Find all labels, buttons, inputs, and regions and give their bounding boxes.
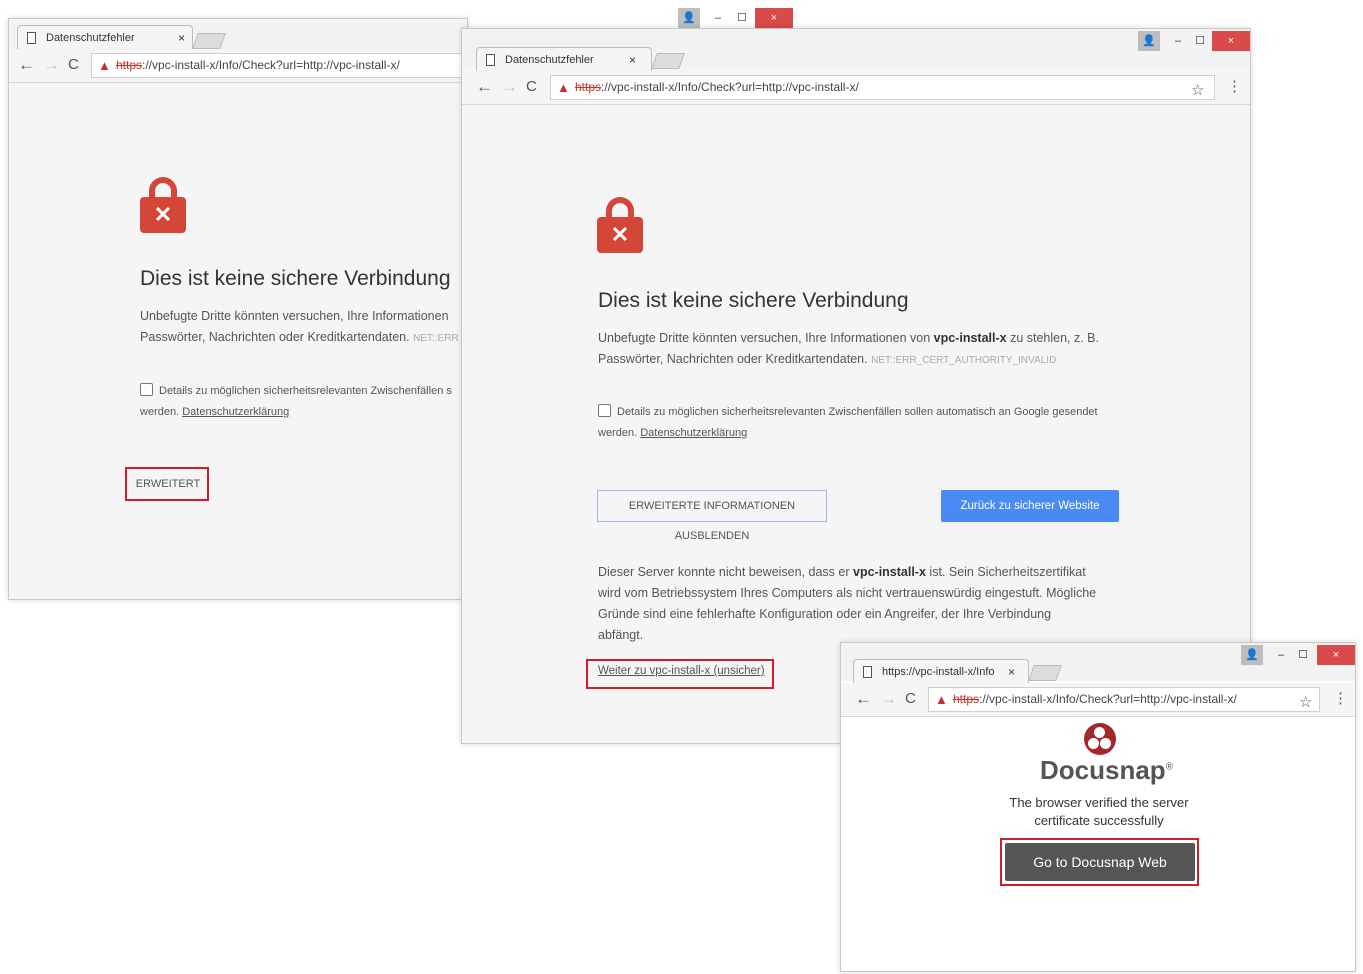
report-checkbox[interactable]	[140, 383, 153, 396]
url-scheme: https	[116, 58, 143, 72]
forward-arrow-icon[interactable]: →	[880, 689, 897, 709]
address-bar[interactable]: ▲ https://vpc-install-x/Info/Check?url=h…	[550, 75, 1215, 100]
url-text: ://vpc-install-x/Info/Check?url=http://v…	[979, 692, 1237, 706]
address-bar[interactable]: ▲ https://vpc-install-x/Info/Check?url=h…	[928, 687, 1320, 712]
warning-icon: ▲	[98, 58, 111, 73]
url-text: ://vpc-install-x/Info/Check?url=http://v…	[601, 80, 859, 94]
description-text: Unbefugte Dritte könnten versuchen, Ihre…	[140, 309, 459, 344]
highlight-box	[586, 659, 774, 689]
new-tab-button[interactable]	[651, 53, 685, 69]
page-icon	[27, 32, 36, 44]
verified-message: The browser verified the server certific…	[1009, 795, 1189, 828]
hide-advanced-button[interactable]: ERWEITERTE INFORMATIONEN AUSBLENDEN	[597, 490, 827, 542]
user-icon[interactable]: 👤	[1138, 31, 1160, 51]
warning-icon: ▲	[935, 692, 948, 707]
minimize-button[interactable]: –	[708, 8, 728, 28]
tab-close-icon[interactable]: ×	[1008, 660, 1015, 684]
error-code: NET::ERR	[413, 333, 459, 344]
toolbar: ← → C ▲ https://vpc-install-x/Info/Check…	[9, 49, 481, 83]
reload-icon[interactable]: C	[68, 56, 79, 73]
new-tab-button[interactable]	[1028, 665, 1062, 681]
lock-error-icon: ✕	[597, 197, 643, 253]
tab-title: https://vpc-install-x/Info	[882, 666, 995, 678]
report-checkbox[interactable]	[598, 404, 611, 417]
titlebar: https://vpc-install-x/Info × 👤 – ☐ ×	[841, 643, 1355, 685]
bookmark-star-icon[interactable]: ☆	[1299, 691, 1312, 711]
maximize-button[interactable]: ☐	[1190, 31, 1210, 51]
privacy-link[interactable]: Datenschutzerklärung	[182, 406, 289, 418]
highlight-box	[1000, 838, 1199, 886]
maximize-button[interactable]: ☐	[1293, 645, 1313, 665]
url-scheme: https	[953, 692, 980, 706]
brand-name: Docusnap®	[1040, 755, 1174, 785]
titlebar: Datenschutzfehler × 👤 – ☐ ×	[462, 29, 1250, 73]
warning-icon: ▲	[557, 80, 570, 95]
highlight-box	[125, 467, 209, 501]
menu-icon[interactable]: ⋮	[1333, 689, 1348, 707]
maximize-button[interactable]: ☐	[732, 8, 752, 28]
url-scheme: https	[575, 80, 602, 94]
page-icon	[486, 54, 495, 66]
tab-close-icon[interactable]: ×	[178, 26, 185, 50]
reload-icon[interactable]: C	[905, 690, 916, 707]
page-icon	[863, 666, 872, 678]
reload-icon[interactable]: C	[526, 78, 537, 95]
browser-window-3: https://vpc-install-x/Info × 👤 – ☐ × ← →…	[840, 642, 1356, 972]
error-code: NET::ERR_CERT_AUTHORITY_INVALID	[871, 355, 1057, 366]
page-title: Dies ist keine sichere Verbindung	[140, 267, 451, 290]
browser-window-1: Datenschutzfehler × 👤 ← → C ▲ https://vp…	[8, 9, 700, 600]
tab-docusnap[interactable]: https://vpc-install-x/Info ×	[853, 659, 1029, 685]
host-name: vpc-install-x	[933, 331, 1007, 345]
forward-arrow-icon[interactable]: →	[501, 77, 518, 97]
user-icon[interactable]: 👤	[678, 8, 700, 28]
back-arrow-icon[interactable]: ←	[18, 55, 35, 75]
close-button[interactable]: ×	[1317, 645, 1355, 665]
tab-title: Datenschutzfehler	[46, 32, 135, 44]
page-title: Dies ist keine sichere Verbindung	[598, 289, 909, 312]
report-checkbox-row: Details zu möglichen sicherheitsrelevant…	[598, 404, 1098, 439]
minimize-button[interactable]: –	[1168, 31, 1188, 51]
toolbar: ← → C ▲ https://vpc-install-x/Info/Check…	[841, 683, 1355, 717]
lock-error-icon: ✕	[140, 177, 186, 233]
tab-close-icon[interactable]: ×	[629, 48, 636, 72]
bookmark-star-icon[interactable]: ☆	[1191, 79, 1204, 99]
privacy-link[interactable]: Datenschutzerklärung	[640, 427, 747, 439]
back-arrow-icon[interactable]: ←	[855, 689, 872, 709]
page-content: ✕ Dies ist keine sichere Verbindung Unbe…	[9, 83, 467, 599]
back-arrow-icon[interactable]: ←	[476, 77, 493, 97]
menu-icon[interactable]: ⋮	[1227, 77, 1242, 95]
address-bar[interactable]: ▲ https://vpc-install-x/Info/Check?url=h…	[91, 53, 481, 78]
minimize-button[interactable]: –	[1271, 645, 1291, 665]
host-name: vpc-install-x	[853, 565, 926, 579]
tab-datenschutzfehler[interactable]: Datenschutzfehler ×	[476, 47, 652, 73]
page-content: Docusnap® The browser verified the serve…	[841, 717, 1355, 971]
user-icon[interactable]: 👤	[1241, 645, 1263, 665]
browser-window-2: Datenschutzfehler × 👤 – ☐ × ← → C ▲ http…	[461, 28, 1251, 744]
explanation-text: Dieser Server konnte nicht beweisen, das…	[598, 565, 1097, 642]
report-checkbox-row: Details zu möglichen sicherheitsrelevant…	[140, 383, 452, 418]
forward-arrow-icon[interactable]: →	[43, 55, 60, 75]
description-text: Unbefugte Dritte könnten versuchen, Ihre…	[598, 331, 1099, 366]
toolbar: ← → C ▲ https://vpc-install-x/Info/Check…	[462, 71, 1250, 105]
tab-datenschutzfehler[interactable]: Datenschutzfehler ×	[17, 25, 193, 51]
tab-title: Datenschutzfehler	[505, 54, 594, 66]
back-to-safety-button[interactable]: Zurück zu sicherer Website	[941, 490, 1119, 522]
docusnap-logo-icon	[1084, 723, 1116, 755]
close-button[interactable]: ×	[755, 8, 793, 28]
close-button[interactable]: ×	[1212, 31, 1250, 51]
url-text: ://vpc-install-x/Info/Check?url=http://v…	[142, 58, 400, 72]
new-tab-button[interactable]	[192, 33, 226, 49]
